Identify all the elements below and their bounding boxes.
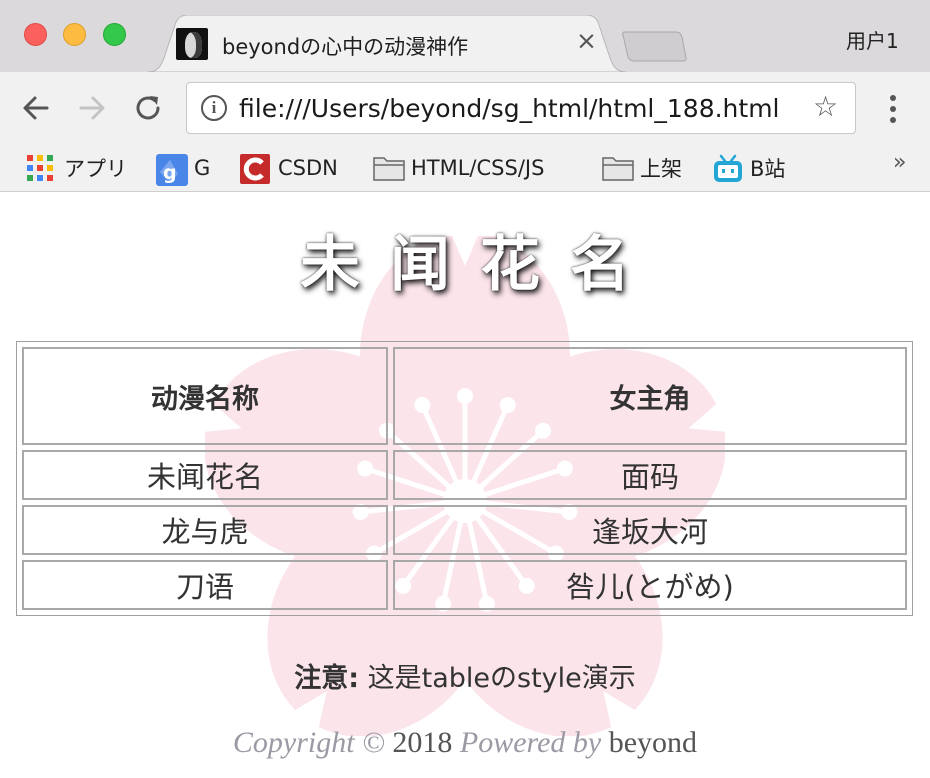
note-text: 这是tableのstyle演示 [359, 663, 636, 694]
reload-icon [136, 96, 160, 120]
tab-title: beyondの心中の动漫神作 [222, 35, 469, 59]
csdn-icon [240, 154, 270, 184]
browser-tab-active[interactable]: beyondの心中の动漫神作 × [148, 15, 626, 72]
powered-by-label: Powered by [452, 726, 609, 759]
folder-icon [602, 154, 634, 182]
table-cell: 刀语 [22, 560, 388, 610]
web-page: 未闻花名 动漫名称 女主角 未闻花名 面码 龙与虎 逢坂大河 刀语 咎儿(とがめ… [0, 192, 930, 778]
info-icon[interactable]: i [201, 95, 227, 121]
forward-arrow-icon [79, 96, 105, 120]
new-tab-button[interactable] [622, 30, 688, 62]
bookmark-label: アプリ [64, 157, 127, 181]
table-cell: 龙与虎 [22, 505, 388, 555]
bookmark-bilibili[interactable]: B站 [712, 144, 785, 192]
bookmark-google[interactable]: g G [156, 144, 210, 192]
close-window-button[interactable] [24, 23, 47, 46]
table-row: 龙与虎 逢坂大河 [22, 505, 907, 555]
bookmark-label: 上架 [640, 157, 682, 181]
apps-grid-icon [26, 154, 54, 182]
table-style-note: 注意: 这是tableのstyle演示 [0, 656, 930, 695]
folder-icon [373, 154, 405, 182]
browser-toolbar: i file:///Users/beyond/sg_html/html_188.… [0, 72, 930, 144]
back-arrow-icon [23, 96, 49, 120]
address-bar[interactable]: i file:///Users/beyond/sg_html/html_188.… [186, 82, 856, 134]
kebab-menu-icon [890, 95, 896, 123]
profile-button[interactable]: 用户1 [846, 25, 899, 54]
back-button[interactable] [20, 92, 52, 124]
bookmark-star-icon[interactable]: ☆ [813, 93, 838, 121]
table-header-cell: 动漫名称 [22, 347, 388, 445]
minimize-window-button[interactable] [63, 23, 86, 46]
bookmark-apps[interactable]: アプリ [26, 144, 127, 192]
table-cell: 咎儿(とがめ) [393, 560, 907, 610]
copyright-footer: Copyright © 2018 Powered by beyond [0, 726, 930, 760]
svg-text:g: g [163, 162, 177, 184]
bilibili-icon [712, 154, 742, 182]
table-row: 刀语 咎儿(とがめ) [22, 560, 907, 610]
bookmark-csdn[interactable]: CSDN [240, 144, 338, 192]
bookmark-html-css-js[interactable]: HTML/CSS/JS [373, 144, 544, 192]
table-cell: 未闻花名 [22, 450, 388, 500]
google-icon: g [156, 154, 188, 186]
address-url[interactable]: file:///Users/beyond/sg_html/html_188.ht… [239, 94, 780, 123]
copyright-year: 2018 [392, 726, 453, 759]
bookmark-label: HTML/CSS/JS [411, 156, 545, 180]
table-row: 未闻花名 面码 [22, 450, 907, 500]
browser-menu-button[interactable] [886, 94, 900, 124]
table-header-cell: 女主角 [393, 347, 907, 445]
bookmarks-bar: アプリ g G CSDN HTML/CSS/JS 上架 B站 » [0, 144, 930, 192]
tab-strip: beyondの心中の动漫神作 × 用户1 [0, 0, 930, 72]
bookmark-shangjia[interactable]: 上架 [602, 144, 682, 192]
note-label: 注意: [294, 663, 360, 694]
anime-table: 动漫名称 女主角 未闻花名 面码 龙与虎 逢坂大河 刀语 咎儿(とがめ) [16, 341, 913, 616]
reload-button[interactable] [132, 92, 164, 124]
copyright-prefix: Copyright © [232, 726, 393, 759]
tab-favicon-icon [176, 28, 208, 60]
bookmark-label: CSDN [278, 156, 338, 180]
table-cell: 逢坂大河 [393, 505, 907, 555]
browser-window-chrome: beyondの心中の动漫神作 × 用户1 i file:///Users/bey… [0, 0, 930, 192]
bookmarks-overflow-icon[interactable]: » [893, 150, 906, 175]
table-header-row: 动漫名称 女主角 [22, 347, 907, 445]
bookmark-label: B站 [750, 157, 786, 181]
zoom-window-button[interactable] [103, 23, 126, 46]
page-title: 未闻花名 [300, 230, 660, 300]
tab-close-icon[interactable]: × [576, 28, 597, 53]
copyright-author: beyond [608, 726, 698, 759]
bookmark-label: G [194, 156, 211, 180]
table-cell: 面码 [393, 450, 907, 500]
forward-button[interactable] [76, 92, 108, 124]
